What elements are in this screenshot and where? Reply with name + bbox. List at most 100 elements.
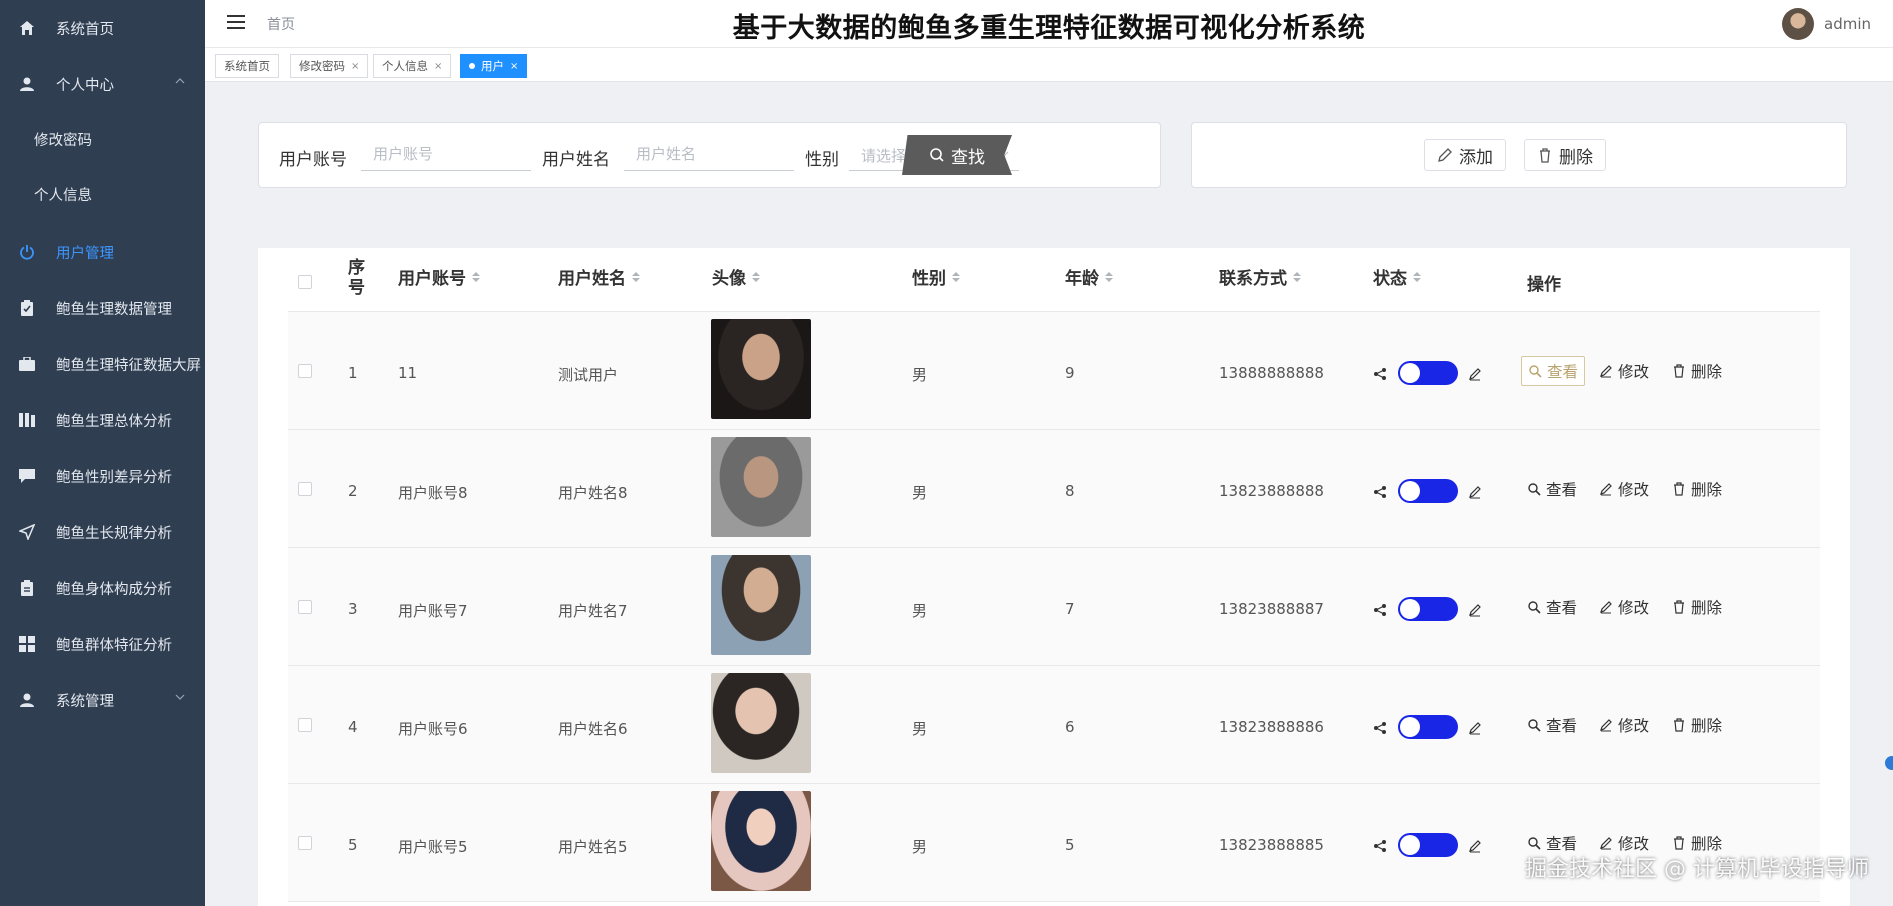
- edit-status-icon[interactable]: [1468, 721, 1482, 735]
- sidebar-item-personal-center[interactable]: 个人中心: [0, 64, 205, 104]
- row-phone: 13823888888: [1219, 482, 1324, 500]
- edit-status-icon[interactable]: [1468, 367, 1482, 381]
- avatar-image[interactable]: [711, 437, 811, 537]
- col-age[interactable]: 年龄: [1065, 264, 1113, 289]
- tab-label: 用户: [481, 59, 504, 73]
- sidebar-item-body-analysis[interactable]: 鲍鱼身体构成分析: [0, 568, 205, 608]
- edit-status-icon[interactable]: [1468, 839, 1482, 853]
- edit-label: 修改: [1618, 717, 1650, 735]
- tags-bar: 系统首页 修改密码 × 个人信息 × 用户 ×: [205, 48, 1893, 82]
- status-toggle[interactable]: [1398, 479, 1458, 503]
- trash-icon: [1674, 836, 1684, 850]
- share-icon[interactable]: [1373, 603, 1387, 617]
- status-toggle[interactable]: [1398, 715, 1458, 739]
- sort-icon[interactable]: [752, 271, 760, 282]
- sort-icon[interactable]: [632, 271, 640, 282]
- sort-icon[interactable]: [1413, 271, 1421, 282]
- sidebar-item-abalone-dashboard[interactable]: 鲍鱼生理特征数据大屏: [0, 344, 205, 384]
- name-input[interactable]: [624, 137, 794, 171]
- tab-label: 系统首页: [224, 59, 270, 73]
- col-account[interactable]: 用户账号: [398, 264, 480, 289]
- row-checkbox[interactable]: [298, 718, 312, 732]
- search-icon: [1529, 365, 1542, 378]
- delete-button-label: 删除: [1559, 147, 1593, 168]
- view-button[interactable]: 查看: [1521, 356, 1586, 386]
- view-button[interactable]: 查看: [1521, 592, 1583, 622]
- row-account: 用户账号6: [398, 720, 468, 738]
- edit-button[interactable]: 修改: [1593, 356, 1655, 386]
- avatar-image[interactable]: [711, 791, 811, 891]
- edit-button[interactable]: 修改: [1593, 710, 1655, 740]
- tab-home[interactable]: 系统首页: [215, 54, 279, 78]
- sidebar-item-growth-analysis[interactable]: 鲍鱼生长规律分析: [0, 512, 205, 552]
- avatar-image[interactable]: [711, 673, 811, 773]
- share-icon[interactable]: [1373, 367, 1387, 381]
- sort-icon[interactable]: [952, 271, 960, 282]
- sidebar-item-personal-info[interactable]: 个人信息: [0, 174, 205, 214]
- share-icon[interactable]: [1373, 721, 1387, 735]
- sidebar-item-abalone-data[interactable]: 鲍鱼生理数据管理: [0, 288, 205, 328]
- edit-status-icon[interactable]: [1468, 603, 1482, 617]
- col-name[interactable]: 用户姓名: [558, 264, 640, 289]
- sidebar-item-change-password[interactable]: 修改密码: [0, 119, 205, 159]
- add-button[interactable]: 添加: [1424, 139, 1506, 171]
- row-checkbox[interactable]: [298, 482, 312, 496]
- row-name: 用户姓名5: [558, 838, 628, 856]
- avatar-image[interactable]: [711, 555, 811, 655]
- active-dot-icon: [469, 63, 475, 69]
- status-toggle[interactable]: [1398, 361, 1458, 385]
- share-icon[interactable]: [1373, 485, 1387, 499]
- sidebar-item-group-analysis[interactable]: 鲍鱼群体特征分析: [0, 624, 205, 664]
- row-index: 5: [348, 836, 358, 854]
- account-input[interactable]: [361, 137, 531, 171]
- col-avatar[interactable]: 头像: [712, 264, 760, 289]
- status-toggle[interactable]: [1398, 597, 1458, 621]
- batch-delete-button[interactable]: 删除: [1524, 139, 1606, 171]
- sort-icon[interactable]: [1105, 271, 1113, 282]
- col-phone[interactable]: 联系方式: [1219, 264, 1301, 289]
- delete-button[interactable]: 删除: [1666, 356, 1728, 386]
- edit-status-icon[interactable]: [1468, 485, 1482, 499]
- sort-icon[interactable]: [1293, 271, 1301, 282]
- edit-button[interactable]: 修改: [1593, 592, 1655, 622]
- sidebar-item-gender-analysis[interactable]: 鲍鱼性别差异分析: [0, 456, 205, 496]
- select-all-checkbox[interactable]: [298, 275, 312, 289]
- row-account: 用户账号8: [398, 484, 468, 502]
- sort-icon[interactable]: [472, 271, 480, 282]
- row-checkbox[interactable]: [298, 600, 312, 614]
- delete-button[interactable]: 删除: [1666, 474, 1728, 504]
- sidebar-item-overall-analysis[interactable]: 鲍鱼生理总体分析: [0, 400, 205, 440]
- row-account: 11: [398, 364, 418, 382]
- row-checkbox[interactable]: [298, 836, 312, 850]
- avatar: [1782, 8, 1814, 40]
- chevron-up-icon: [175, 78, 185, 84]
- row-name: 用户姓名7: [558, 602, 628, 620]
- view-button[interactable]: 查看: [1521, 710, 1583, 740]
- row-checkbox[interactable]: [298, 364, 312, 378]
- tab-change-password[interactable]: 修改密码 ×: [290, 54, 369, 78]
- sidebar-item-system-management[interactable]: 系统管理: [0, 680, 205, 720]
- close-icon[interactable]: ×: [510, 61, 518, 72]
- close-icon[interactable]: ×: [434, 61, 442, 72]
- table-row: 2 用户账号8 用户姓名8 男 8 13823888888 查看 修改 删除: [288, 430, 1820, 548]
- col-status[interactable]: 状态: [1373, 264, 1421, 289]
- search-button[interactable]: 查找: [902, 135, 1012, 175]
- row-age: 8: [1065, 482, 1075, 500]
- edit-button[interactable]: 修改: [1593, 474, 1655, 504]
- delete-button[interactable]: 删除: [1666, 710, 1728, 740]
- col-gender[interactable]: 性别: [912, 264, 960, 289]
- view-label: 查看: [1546, 717, 1578, 735]
- share-icon[interactable]: [1373, 839, 1387, 853]
- sidebar-item-label: 修改密码: [34, 132, 92, 149]
- tab-user[interactable]: 用户 ×: [460, 54, 528, 78]
- delete-button[interactable]: 删除: [1666, 592, 1728, 622]
- sidebar-item-home[interactable]: 系统首页: [0, 8, 205, 48]
- avatar-image[interactable]: [711, 319, 811, 419]
- status-toggle[interactable]: [1398, 833, 1458, 857]
- view-button[interactable]: 查看: [1521, 474, 1583, 504]
- user-menu[interactable]: admin: [1782, 8, 1871, 40]
- tab-personal-info[interactable]: 个人信息 ×: [373, 54, 452, 78]
- sidebar-item-user-management[interactable]: 用户管理: [0, 232, 205, 272]
- close-icon[interactable]: ×: [351, 61, 359, 72]
- floating-dot[interactable]: [1885, 756, 1893, 770]
